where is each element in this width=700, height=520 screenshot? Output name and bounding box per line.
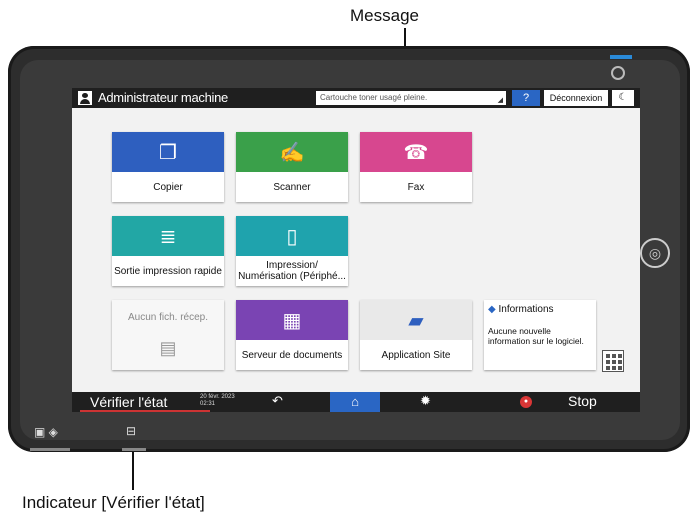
- message-text: Cartouche toner usagé pleine.: [320, 93, 428, 102]
- quick-print-icon: ≣: [112, 216, 224, 256]
- led-strip: [30, 448, 70, 451]
- stop-button[interactable]: Stop: [568, 393, 597, 409]
- tile-label: Sortie impression rapide: [114, 265, 222, 277]
- bezel-indicator-light: [610, 55, 632, 59]
- message-callout: Message: [350, 6, 419, 25]
- energy-saver-button[interactable]: ☾: [612, 90, 634, 106]
- tile-label: Scanner: [273, 181, 311, 193]
- power-icon[interactable]: [611, 66, 625, 80]
- info-widget-text: Aucune nouvelle information sur le logic…: [488, 326, 584, 346]
- check-status-button[interactable]: Vérifier l'état: [90, 394, 167, 410]
- back-arrow-icon[interactable]: ↶: [272, 393, 283, 409]
- tile-label: Fax: [407, 181, 425, 193]
- app-tile-copier[interactable]: ❐ Copier: [112, 132, 224, 202]
- info-widget-title: ◆ Informations: [488, 304, 554, 315]
- user-icon: [78, 91, 92, 105]
- tile-label: Application Site: [381, 349, 451, 361]
- help-button[interactable]: ?: [512, 90, 540, 106]
- tile-label: Serveur de documents: [241, 349, 343, 361]
- tile-label: Impression/ Numérisation (Périphé...: [238, 260, 346, 282]
- info-widget[interactable]: ◆ Informations Aucune nouvelle informati…: [484, 300, 596, 370]
- usb-print-icon: ▯: [236, 216, 348, 256]
- fax-tray-icon: ▤: [159, 338, 177, 358]
- message-field[interactable]: Cartouche toner usagé pleine. ◢: [316, 91, 506, 105]
- stop-icon[interactable]: ●: [520, 396, 532, 408]
- copy-icon: ❐: [112, 132, 224, 172]
- touch-screen: Administrateur machine Cartouche toner u…: [72, 88, 640, 412]
- app-tile-print-scan-device[interactable]: ▯ Impression/ Numérisation (Périphé...: [236, 216, 348, 286]
- document-server-icon: ▦: [236, 300, 348, 340]
- time: 02:31: [200, 401, 216, 407]
- app-tile-quick-print[interactable]: ≣ Sortie impression rapide: [112, 216, 224, 286]
- app-tile-document-server[interactable]: ▦ Serveur de documents: [236, 300, 348, 370]
- check-status-indicator-callout: Indicateur [Vérifier l'état]: [22, 493, 205, 512]
- logout-button[interactable]: Déconnexion: [544, 90, 608, 106]
- grid-icon[interactable]: [602, 350, 624, 372]
- date-time: 20 févr. 2023 02:31: [200, 394, 235, 408]
- data-in-indicator-icons: ▣ ◈: [34, 425, 58, 439]
- info-title-text: Informations: [498, 304, 554, 315]
- home-icon[interactable]: ⌂: [330, 392, 380, 412]
- tile-label: Aucun fich. récep.: [127, 312, 209, 323]
- scanner-icon: ✍: [236, 132, 348, 172]
- message-expand-icon: ◢: [497, 97, 503, 104]
- info-icon: ◆: [488, 304, 496, 315]
- app-tile-fax[interactable]: ☎ Fax: [360, 132, 472, 202]
- check-status-led: [122, 448, 146, 451]
- fax-icon: ☎: [360, 132, 472, 172]
- top-bar: Administrateur machine Cartouche toner u…: [72, 88, 640, 108]
- app-tile-application-site[interactable]: ▰ Application Site: [360, 300, 472, 370]
- app-tile-scanner[interactable]: ✍ Scanner: [236, 132, 348, 202]
- gear-icon[interactable]: ✹: [420, 393, 431, 409]
- status-indicator-icon: ⊟: [126, 424, 137, 438]
- date: 20 févr. 2023: [200, 394, 235, 400]
- check-status-underline: [80, 410, 210, 412]
- bag-icon: ▰: [360, 300, 472, 340]
- tile-label: Copier: [153, 181, 183, 193]
- indicator-leader-line: [132, 452, 134, 490]
- logged-in-user: Administrateur machine: [98, 90, 228, 105]
- bottom-bar: Vérifier l'état 20 févr. 2023 02:31 ↶ ⌂ …: [72, 392, 640, 412]
- app-tile-no-fax[interactable]: Aucun fich. récep. ▤: [112, 300, 224, 370]
